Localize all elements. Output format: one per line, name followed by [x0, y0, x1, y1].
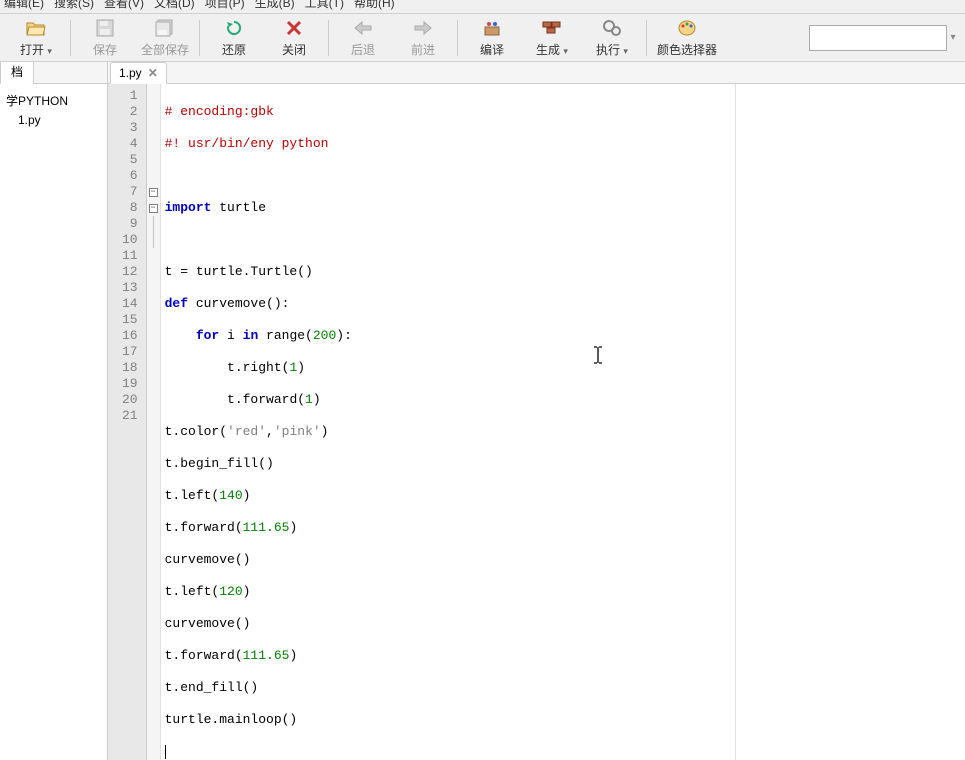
separator: [457, 20, 458, 56]
separator: [646, 20, 647, 56]
build-label: 生成: [536, 43, 560, 57]
colorpicker-button[interactable]: 颜色选择器: [651, 15, 723, 60]
separator: [70, 20, 71, 56]
colorpicker-label: 颜色选择器: [657, 41, 717, 58]
close-button[interactable]: 关闭: [264, 15, 324, 60]
dropdown-icon: ▾: [563, 46, 568, 56]
floppy-icon: [94, 17, 116, 39]
menubar: 编辑(E) 搜索(S) 查看(V) 文档(D) 项目(P) 生成(B) 工具(T…: [0, 0, 965, 14]
code-editor[interactable]: 1 2 3 4 5 6 7 8 9 10 11 12 13 14 15 16 1…: [108, 84, 965, 760]
forward-label: 前进: [411, 41, 435, 58]
brick-icon: [541, 17, 563, 39]
search-input[interactable]: [809, 25, 947, 51]
sidebar-tab-documents[interactable]: 档: [0, 62, 34, 84]
back-button[interactable]: 后退: [333, 15, 393, 60]
main-body: 档 学PYTHON 1.py 1.py ✕ 1 2 3 4 5 6 7 8: [0, 62, 965, 760]
menu-item[interactable]: 搜索(S): [54, 0, 94, 11]
saveall-label: 全部保存: [141, 41, 189, 58]
sidebar-tabs: 档: [0, 62, 107, 84]
palette-icon: [676, 17, 698, 39]
editor-tabstrip: 1.py ✕: [108, 62, 965, 84]
separator: [328, 20, 329, 56]
menu-item[interactable]: 生成(B): [255, 0, 295, 11]
file-tree: 学PYTHON 1.py: [0, 84, 107, 135]
editor-tab-label: 1.py: [119, 66, 142, 80]
arrow-left-icon: [352, 17, 374, 39]
folder-open-icon: [25, 17, 47, 39]
toolbar: 打开 ▾ 保存 全部保存 还原 关闭 后退 前进: [0, 14, 965, 62]
menu-item[interactable]: 查看(V): [104, 0, 144, 11]
fold-toggle-icon[interactable]: −: [149, 188, 158, 197]
revert-button[interactable]: 还原: [204, 15, 264, 60]
menu-item[interactable]: 项目(P): [205, 0, 245, 11]
dropdown-icon: ▾: [47, 46, 52, 56]
tab-close-icon[interactable]: ✕: [148, 66, 158, 80]
revert-label: 还原: [222, 41, 246, 58]
fold-column: − −: [147, 84, 161, 760]
arrow-right-icon: [412, 17, 434, 39]
compile-label: 编译: [480, 41, 504, 58]
menu-item[interactable]: 编辑(E): [4, 0, 44, 11]
editor-tab-1py[interactable]: 1.py ✕: [110, 62, 167, 84]
forward-button[interactable]: 前进: [393, 15, 453, 60]
run-button[interactable]: 执行 ▾: [582, 15, 642, 60]
open-label: 打开: [20, 43, 44, 57]
search-dropdown-icon[interactable]: ▾: [947, 32, 959, 43]
tree-file[interactable]: 1.py: [4, 111, 103, 129]
line-number-gutter: 1 2 3 4 5 6 7 8 9 10 11 12 13 14 15 16 1…: [108, 84, 147, 760]
open-button[interactable]: 打开 ▾: [6, 15, 66, 60]
menu-item[interactable]: 文档(D): [154, 0, 195, 11]
tree-root[interactable]: 学PYTHON: [4, 90, 103, 111]
revert-icon: [223, 17, 245, 39]
saveall-button[interactable]: 全部保存: [135, 15, 195, 60]
back-label: 后退: [351, 41, 375, 58]
run-label: 执行: [596, 43, 620, 57]
save-label: 保存: [93, 41, 117, 58]
menu-item[interactable]: 工具(T): [305, 0, 344, 11]
overview-panel: [735, 84, 965, 760]
sidebar: 档 学PYTHON 1.py: [0, 62, 108, 760]
dropdown-icon: ▾: [623, 46, 628, 56]
editor-area: 1.py ✕ 1 2 3 4 5 6 7 8 9 10 11 12 13 14 …: [108, 62, 965, 760]
text-caret: [165, 745, 166, 759]
save-button[interactable]: 保存: [75, 15, 135, 60]
build-button[interactable]: 生成 ▾: [522, 15, 582, 60]
floppy-multi-icon: [154, 17, 176, 39]
gears-icon: [601, 17, 623, 39]
close-icon: [283, 17, 305, 39]
close-label: 关闭: [282, 41, 306, 58]
separator: [199, 20, 200, 56]
compile-button[interactable]: 编译: [462, 15, 522, 60]
code-content[interactable]: # encoding:gbk #! usr/bin/eny python imp…: [161, 84, 735, 760]
fold-toggle-icon[interactable]: −: [149, 204, 158, 213]
menu-item[interactable]: 帮助(H): [354, 0, 395, 11]
compile-icon: [481, 17, 503, 39]
